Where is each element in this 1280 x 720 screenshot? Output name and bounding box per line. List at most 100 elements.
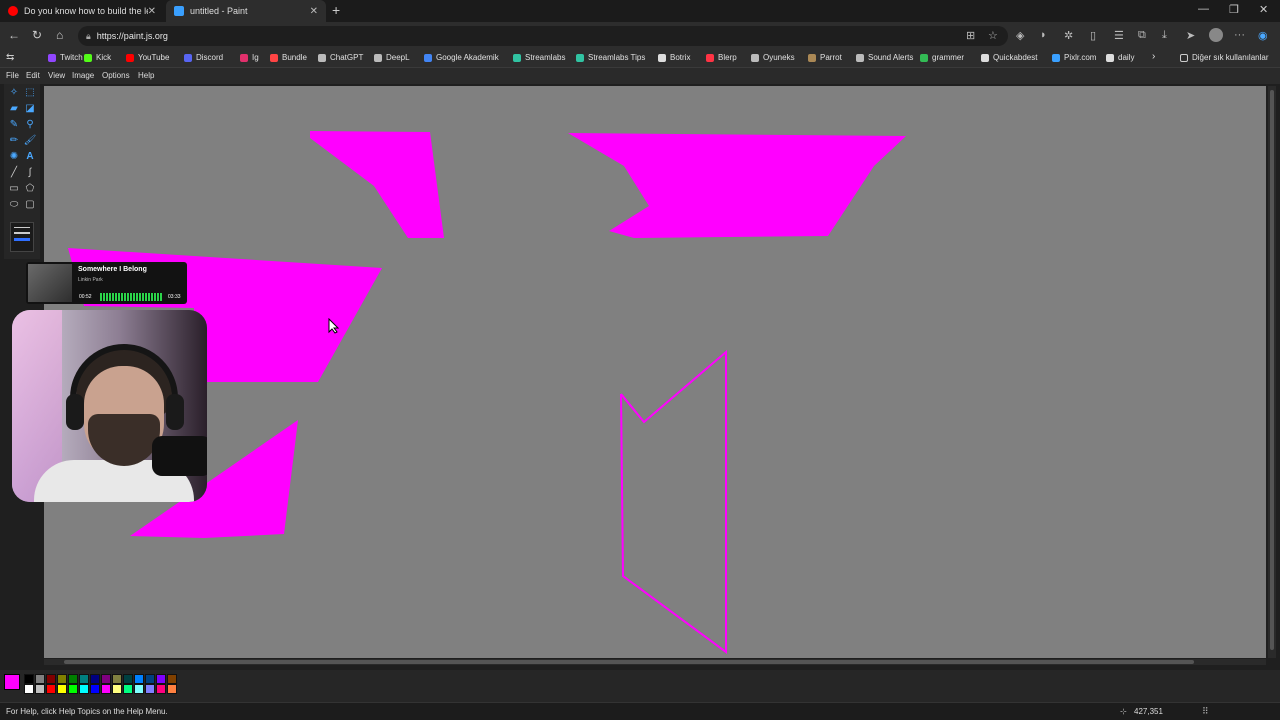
- bookmark-sound-alerts[interactable]: Sound Alerts: [856, 53, 913, 62]
- close-window-button[interactable]: ✕: [1259, 3, 1268, 16]
- share-icon[interactable]: ➤: [1186, 29, 1195, 42]
- bookmark-oyuneks[interactable]: Oyuneks: [751, 53, 795, 62]
- bookmark-kick[interactable]: Kick: [84, 53, 111, 62]
- palette-swatch[interactable]: [90, 674, 100, 684]
- line-tool-icon[interactable]: ╱: [7, 166, 21, 180]
- restore-button[interactable]: ❐: [1229, 3, 1239, 16]
- close-icon[interactable]: ✕: [310, 6, 318, 17]
- new-tab-button[interactable]: +: [332, 2, 340, 18]
- palette-swatch[interactable]: [68, 684, 78, 694]
- extensions-icon[interactable]: ✲: [1064, 29, 1073, 42]
- fill-bucket-icon[interactable]: ◪: [23, 102, 37, 116]
- palette-swatch[interactable]: [123, 684, 133, 694]
- more-menu-icon[interactable]: ···: [1234, 29, 1245, 41]
- bookmark-pixlr-com[interactable]: Pixlr.com: [1052, 53, 1096, 62]
- palette-swatch[interactable]: [112, 674, 122, 684]
- palette-swatch[interactable]: [57, 684, 67, 694]
- split-screen-icon[interactable]: ▯: [1090, 29, 1096, 42]
- downloads-icon[interactable]: ⤓: [1162, 29, 1167, 42]
- bookmark-deepl[interactable]: DeepL: [374, 53, 410, 62]
- current-color-indicator[interactable]: [4, 674, 20, 690]
- reload-icon[interactable]: ↻: [32, 28, 42, 42]
- bookmark-parrot[interactable]: Parrot: [808, 53, 842, 62]
- eraser-icon[interactable]: ▰: [7, 102, 21, 116]
- bookmark-bundle[interactable]: Bundle: [270, 53, 307, 62]
- favorites-icon[interactable]: ☰: [1114, 29, 1124, 42]
- close-icon[interactable]: ✕: [148, 6, 156, 17]
- bookmark-daily[interactable]: daily: [1106, 53, 1134, 62]
- other-favorites-folder[interactable]: Diğer sık kullanılanlar: [1180, 53, 1268, 62]
- palette-swatch[interactable]: [167, 674, 177, 684]
- read-aloud-icon[interactable]: ◗: [1040, 29, 1047, 41]
- menu-options[interactable]: Options: [102, 71, 130, 80]
- rectangle-tool-icon[interactable]: ▭: [7, 182, 21, 196]
- home-icon[interactable]: ⌂: [56, 28, 63, 42]
- brush-icon[interactable]: 🖌︎: [23, 134, 37, 148]
- menu-file[interactable]: File: [6, 71, 19, 80]
- palette-swatch[interactable]: [145, 674, 155, 684]
- resize-grip-icon[interactable]: ⠿: [1202, 706, 1209, 717]
- palette-swatch[interactable]: [79, 674, 89, 684]
- palette-swatch[interactable]: [123, 674, 133, 684]
- free-select-icon[interactable]: ✧: [7, 86, 21, 100]
- collections-icon[interactable]: ⧉: [1138, 29, 1146, 42]
- bookmark-chatgpt[interactable]: ChatGPT: [318, 53, 363, 62]
- address-bar[interactable]: 🔒︎ https://paint.js.org: [78, 26, 1008, 46]
- bookmark-twitch[interactable]: Twitch: [48, 53, 83, 62]
- palette-swatch[interactable]: [35, 684, 45, 694]
- palette-swatch[interactable]: [112, 684, 122, 694]
- text-tool-icon[interactable]: A: [23, 150, 37, 164]
- airbrush-icon[interactable]: ✺: [7, 150, 21, 164]
- back-icon[interactable]: ←: [8, 28, 20, 42]
- minimize-button[interactable]: —: [1198, 3, 1209, 15]
- menu-image[interactable]: Image: [72, 71, 94, 80]
- bookmark-botrix[interactable]: Botrix: [658, 53, 690, 62]
- bookmark-quickabdest[interactable]: Quickabdest: [981, 53, 1037, 62]
- palette-swatch[interactable]: [90, 684, 100, 694]
- drawing-canvas[interactable]: [44, 86, 1266, 658]
- rect-select-icon[interactable]: ⬚: [23, 86, 37, 100]
- palette-swatch[interactable]: [24, 674, 34, 684]
- menu-edit[interactable]: Edit: [26, 71, 40, 80]
- sidebar-toggle-icon[interactable]: ⇆: [6, 52, 14, 63]
- palette-swatch[interactable]: [46, 674, 56, 684]
- palette-swatch[interactable]: [156, 674, 166, 684]
- extension-icon[interactable]: ◈: [1016, 29, 1024, 42]
- app-available-icon[interactable]: ⊞: [966, 29, 975, 42]
- vertical-scrollbar[interactable]: [1268, 86, 1276, 658]
- bookmark-google-akademik[interactable]: Google Akademik: [424, 53, 499, 62]
- magnifier-icon[interactable]: ⚲: [23, 118, 37, 132]
- tab-youtube[interactable]: Do you know how to build the let ✕: [0, 0, 164, 22]
- bookmark-ig[interactable]: Ig: [240, 53, 259, 62]
- color-picker-icon[interactable]: ✎: [7, 118, 21, 132]
- palette-swatch[interactable]: [79, 684, 89, 694]
- polygon-tool-icon[interactable]: ⬠: [23, 182, 37, 196]
- rounded-rect-tool-icon[interactable]: ▢: [23, 198, 37, 212]
- tab-paint[interactable]: untitled - Paint ✕: [166, 0, 326, 22]
- palette-swatch[interactable]: [145, 684, 155, 694]
- palette-swatch[interactable]: [24, 684, 34, 694]
- profile-avatar[interactable]: [1209, 28, 1223, 42]
- favorite-star-icon[interactable]: ☆: [988, 29, 998, 42]
- menu-help[interactable]: Help: [138, 71, 154, 80]
- palette-swatch[interactable]: [156, 684, 166, 694]
- bookmark-blerp[interactable]: Blerp: [706, 53, 737, 62]
- palette-swatch[interactable]: [46, 684, 56, 694]
- palette-swatch[interactable]: [134, 674, 144, 684]
- bookmark-streamlabs-tips[interactable]: Streamlabs Tips: [576, 53, 645, 62]
- bookmark-grammer[interactable]: grammer: [920, 53, 964, 62]
- palette-swatch[interactable]: [167, 684, 177, 694]
- tool-options-panel[interactable]: [10, 222, 34, 252]
- palette-swatch[interactable]: [101, 684, 111, 694]
- palette-swatch[interactable]: [134, 684, 144, 694]
- bookmarks-overflow-icon[interactable]: ›: [1152, 51, 1155, 62]
- pencil-icon[interactable]: ✏︎: [7, 134, 21, 148]
- ellipse-tool-icon[interactable]: ⬭: [7, 198, 21, 212]
- bookmark-streamlabs[interactable]: Streamlabs: [513, 53, 565, 62]
- menu-view[interactable]: View: [48, 71, 65, 80]
- bookmark-discord[interactable]: Discord: [184, 53, 223, 62]
- palette-swatch[interactable]: [68, 674, 78, 684]
- palette-swatch[interactable]: [35, 674, 45, 684]
- palette-swatch[interactable]: [101, 674, 111, 684]
- palette-swatch[interactable]: [57, 674, 67, 684]
